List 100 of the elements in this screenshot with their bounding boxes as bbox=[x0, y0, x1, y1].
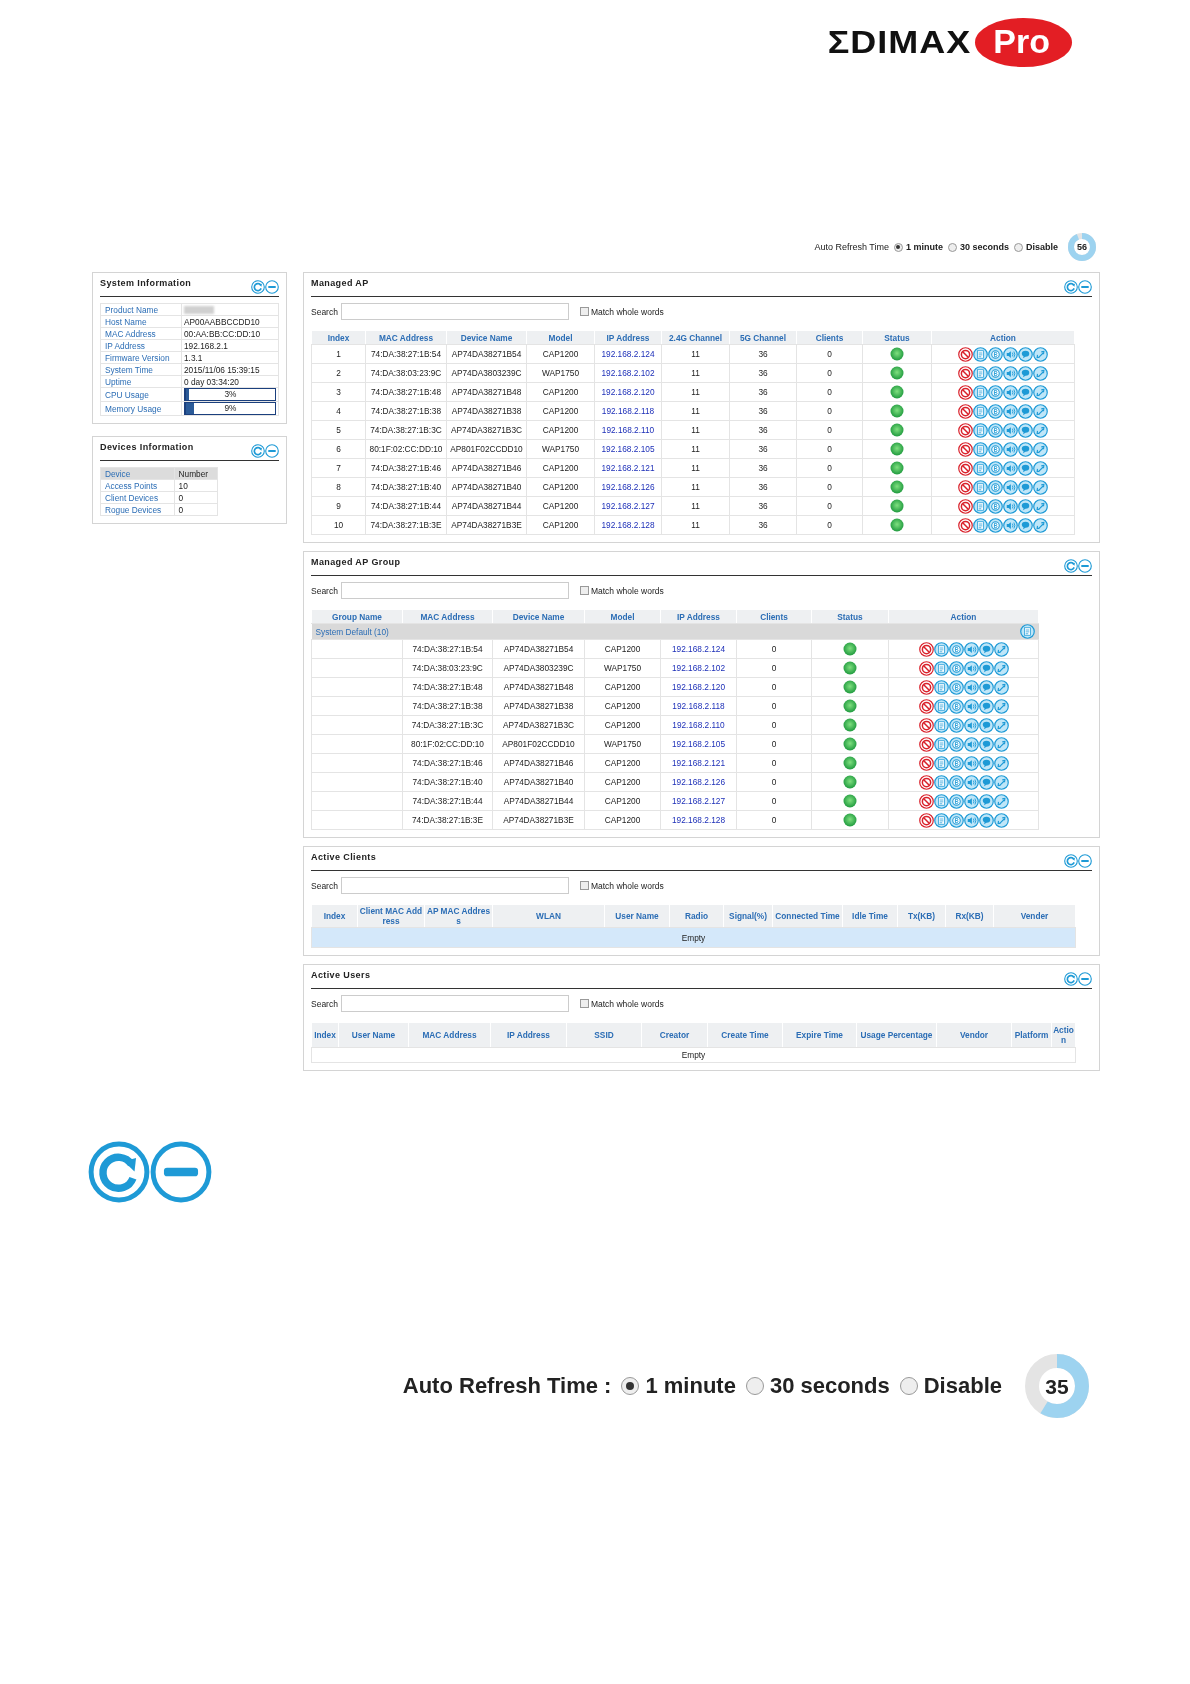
badge-icon[interactable] bbox=[948, 660, 964, 676]
search-field[interactable] bbox=[340, 995, 569, 1012]
ip-link[interactable]: 192.168.2.121 bbox=[594, 458, 662, 478]
link-icon[interactable] bbox=[993, 660, 1009, 676]
refresh-option[interactable]: Disable bbox=[1014, 242, 1058, 252]
speaker-icon[interactable] bbox=[963, 736, 979, 752]
block-icon[interactable] bbox=[918, 812, 934, 828]
note-icon[interactable] bbox=[973, 441, 988, 457]
speaker-icon[interactable] bbox=[963, 812, 979, 828]
link-icon[interactable] bbox=[993, 698, 1009, 714]
link-icon[interactable] bbox=[1033, 403, 1048, 419]
ip-link[interactable]: 192.168.2.105 bbox=[660, 734, 737, 754]
speaker-icon[interactable] bbox=[963, 660, 979, 676]
chat-icon[interactable] bbox=[1018, 498, 1033, 514]
link-icon[interactable] bbox=[1033, 422, 1048, 438]
speaker-icon[interactable] bbox=[963, 698, 979, 714]
note-icon[interactable] bbox=[973, 479, 988, 495]
checkbox[interactable] bbox=[579, 999, 589, 1008]
speaker-icon[interactable] bbox=[963, 641, 979, 657]
speaker-icon[interactable] bbox=[963, 755, 979, 771]
badge-icon[interactable] bbox=[948, 774, 964, 790]
badge-icon[interactable] bbox=[988, 498, 1003, 514]
refresh-icon[interactable] bbox=[1064, 854, 1078, 868]
block-icon[interactable] bbox=[958, 460, 973, 476]
ip-link[interactable]: 192.168.2.128 bbox=[660, 810, 737, 830]
link-icon[interactable] bbox=[993, 679, 1009, 695]
note-icon[interactable] bbox=[933, 660, 949, 676]
ip-link[interactable]: 192.168.2.126 bbox=[594, 477, 662, 497]
chat-icon[interactable] bbox=[1018, 346, 1033, 362]
note-icon[interactable] bbox=[1019, 624, 1035, 639]
note-icon[interactable] bbox=[933, 679, 949, 695]
refresh-icon[interactable] bbox=[251, 444, 265, 458]
speaker-icon[interactable] bbox=[1003, 403, 1018, 419]
block-icon[interactable] bbox=[918, 717, 934, 733]
note-icon[interactable] bbox=[933, 774, 949, 790]
block-icon[interactable] bbox=[918, 679, 934, 695]
radio-button[interactable] bbox=[947, 242, 957, 252]
chat-icon[interactable] bbox=[978, 698, 994, 714]
refresh-option[interactable]: 1 minute bbox=[893, 242, 943, 252]
ip-link[interactable]: 192.168.2.127 bbox=[660, 791, 737, 811]
note-icon[interactable] bbox=[973, 517, 988, 533]
search-field[interactable] bbox=[340, 877, 569, 894]
radio-button[interactable] bbox=[621, 1377, 640, 1395]
chat-icon[interactable] bbox=[1018, 384, 1033, 400]
checkbox[interactable] bbox=[579, 881, 589, 890]
ip-link[interactable]: 192.168.2.124 bbox=[594, 344, 662, 364]
chat-icon[interactable] bbox=[978, 812, 994, 828]
collapse-icon[interactable] bbox=[1078, 280, 1092, 294]
ip-link[interactable]: 192.168.2.126 bbox=[660, 772, 737, 792]
ip-link[interactable]: 192.168.2.120 bbox=[660, 677, 737, 697]
block-icon[interactable] bbox=[958, 403, 973, 419]
refresh-icon[interactable] bbox=[1064, 972, 1078, 986]
link-icon[interactable] bbox=[1033, 498, 1048, 514]
block-icon[interactable] bbox=[918, 755, 934, 771]
collapse-icon[interactable] bbox=[265, 444, 279, 458]
badge-icon[interactable] bbox=[948, 812, 964, 828]
speaker-icon[interactable] bbox=[1003, 498, 1018, 514]
badge-icon[interactable] bbox=[948, 793, 964, 809]
link-icon[interactable] bbox=[1033, 441, 1048, 457]
search-field[interactable] bbox=[340, 303, 569, 320]
chat-icon[interactable] bbox=[1018, 517, 1033, 533]
badge-icon[interactable] bbox=[948, 679, 964, 695]
link-icon[interactable] bbox=[993, 736, 1009, 752]
refresh-option[interactable]: 30 seconds bbox=[745, 1373, 890, 1399]
note-icon[interactable] bbox=[933, 641, 949, 657]
radio-button[interactable] bbox=[1014, 242, 1023, 252]
note-icon[interactable] bbox=[973, 346, 988, 362]
block-icon[interactable] bbox=[918, 793, 934, 809]
badge-icon[interactable] bbox=[948, 717, 964, 733]
link-icon[interactable] bbox=[993, 793, 1009, 809]
speaker-icon[interactable] bbox=[1003, 384, 1018, 400]
speaker-icon[interactable] bbox=[963, 679, 979, 695]
note-icon[interactable] bbox=[933, 717, 949, 733]
block-icon[interactable] bbox=[918, 736, 934, 752]
ip-link[interactable]: 192.168.2.120 bbox=[594, 382, 662, 402]
link-icon[interactable] bbox=[993, 812, 1009, 828]
group-name[interactable]: System Default (10) bbox=[315, 626, 389, 637]
badge-icon[interactable] bbox=[948, 755, 964, 771]
ip-link[interactable]: 192.168.2.118 bbox=[594, 401, 662, 421]
badge-icon[interactable] bbox=[988, 346, 1003, 362]
badge-icon[interactable] bbox=[988, 403, 1003, 419]
chat-icon[interactable] bbox=[1018, 479, 1033, 495]
ip-link[interactable]: 192.168.2.128 bbox=[594, 515, 662, 535]
block-icon[interactable] bbox=[958, 498, 973, 514]
link-icon[interactable] bbox=[993, 641, 1009, 657]
refresh-option[interactable]: Disable bbox=[899, 1373, 1002, 1399]
link-icon[interactable] bbox=[1033, 517, 1048, 533]
block-icon[interactable] bbox=[918, 641, 934, 657]
ip-link[interactable]: 192.168.2.102 bbox=[660, 658, 737, 678]
speaker-icon[interactable] bbox=[963, 717, 979, 733]
checkbox[interactable] bbox=[579, 586, 589, 595]
chat-icon[interactable] bbox=[978, 641, 994, 657]
collapse-icon[interactable] bbox=[1078, 854, 1092, 868]
link-icon[interactable] bbox=[1033, 479, 1048, 495]
badge-icon[interactable] bbox=[988, 384, 1003, 400]
link-icon[interactable] bbox=[1033, 365, 1048, 381]
block-icon[interactable] bbox=[958, 422, 973, 438]
speaker-icon[interactable] bbox=[963, 774, 979, 790]
radio-button[interactable] bbox=[893, 242, 903, 252]
collapse-icon[interactable] bbox=[1078, 559, 1092, 573]
